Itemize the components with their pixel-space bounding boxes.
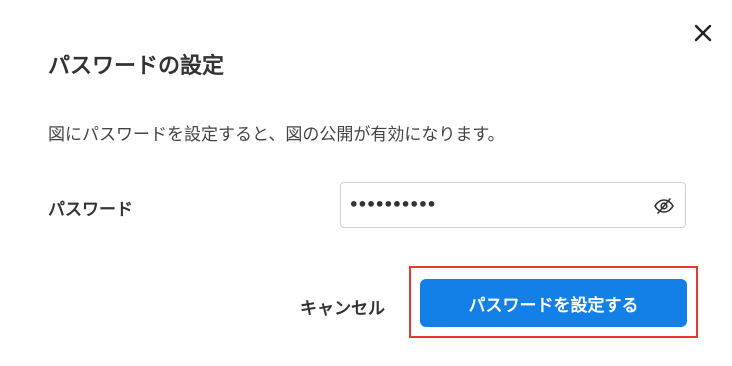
password-input[interactable]: ••••••••••	[340, 182, 686, 228]
dialog-title: パスワードの設定	[48, 54, 225, 79]
close-icon	[694, 24, 712, 42]
dialog-description: 図にパスワードを設定すると、図の公開が有効になります。	[48, 125, 505, 145]
cancel-button[interactable]: キャンセル	[296, 288, 389, 324]
toggle-password-visibility-button[interactable]	[651, 193, 677, 219]
eye-slash-icon	[654, 198, 674, 214]
password-value: ••••••••••	[349, 195, 436, 214]
password-dialog: パスワードの設定 図にパスワードを設定すると、図の公開が有効になります。 パスワ…	[0, 0, 732, 366]
password-label: パスワード	[48, 200, 133, 220]
close-button[interactable]	[688, 18, 718, 48]
set-password-button[interactable]: パスワードを設定する	[420, 279, 687, 327]
